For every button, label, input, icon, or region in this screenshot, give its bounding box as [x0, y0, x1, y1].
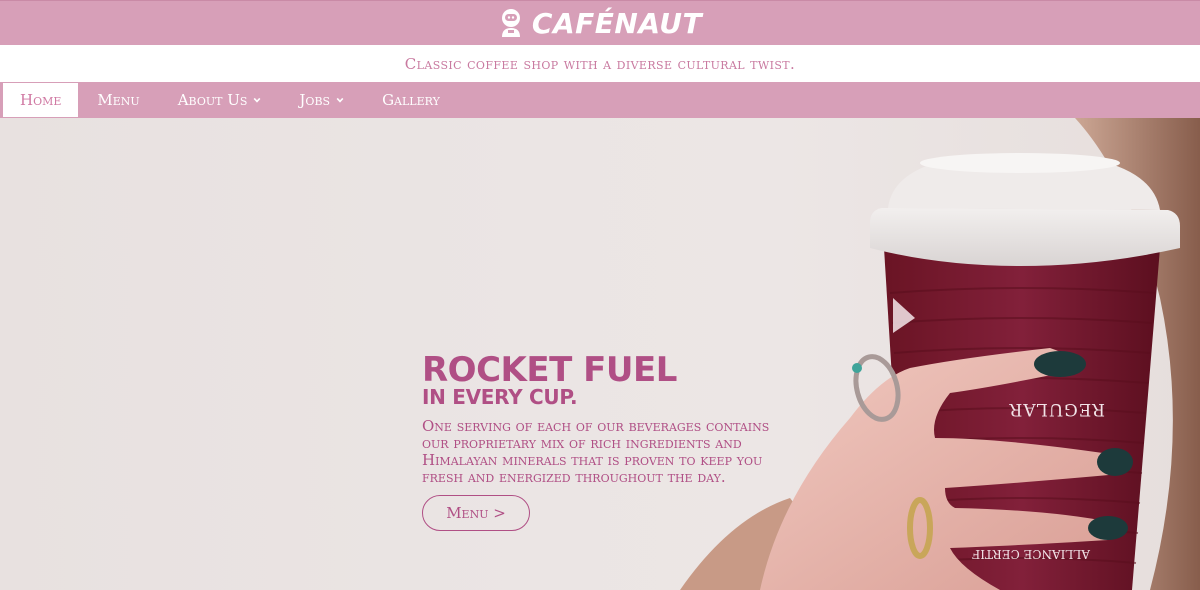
nav-item-label: Gallery [382, 91, 440, 109]
menu-button[interactable]: Menu > [422, 495, 530, 531]
chevron-down-icon [254, 97, 261, 103]
nav-item-label: Menu [97, 91, 140, 109]
brand-name: CAFÉNAUT [531, 6, 703, 40]
nav-item-about-us[interactable]: About Us [159, 83, 281, 117]
nav-item-label: About Us [177, 91, 248, 109]
nav-item-menu[interactable]: Menu [78, 83, 158, 117]
chevron-down-icon [336, 97, 344, 103]
astronaut-icon [501, 9, 520, 37]
hero-copy: ROCKET FUEL IN EVERY CUP. One serving of… [422, 350, 782, 531]
hero-description: One serving of each of our beverages con… [422, 417, 770, 486]
nav-item-label: Jobs [299, 91, 331, 109]
hero-section: REGULAR ALLIANCE CERTIF ROCKET FUEL IN E… [0, 118, 1200, 590]
cup-text: REGULAR [1008, 399, 1105, 419]
tagline: Classic coffee shop with a diverse cultu… [404, 54, 796, 73]
brand-logo-link[interactable]: CAFÉNAUT [498, 7, 702, 40]
nail-1 [1034, 351, 1086, 377]
nav-item-jobs[interactable]: Jobs [280, 83, 363, 117]
nav-item-label: Home [20, 91, 62, 109]
nav-item-gallery[interactable]: Gallery [363, 83, 459, 117]
main-nav: Home Menu About Us Jobs Gallery [0, 82, 1200, 118]
svg-text:ALLIANCE CERTIF: ALLIANCE CERTIF [972, 547, 1091, 561]
hero-headline: ROCKET FUEL [422, 350, 677, 390]
tagline-bar: Classic coffee shop with a diverse cultu… [0, 45, 1200, 82]
brand-header: CAFÉNAUT [0, 0, 1200, 45]
nail-2 [1097, 448, 1133, 476]
nav-item-home[interactable]: Home [3, 83, 79, 117]
nail-3 [1088, 516, 1128, 540]
